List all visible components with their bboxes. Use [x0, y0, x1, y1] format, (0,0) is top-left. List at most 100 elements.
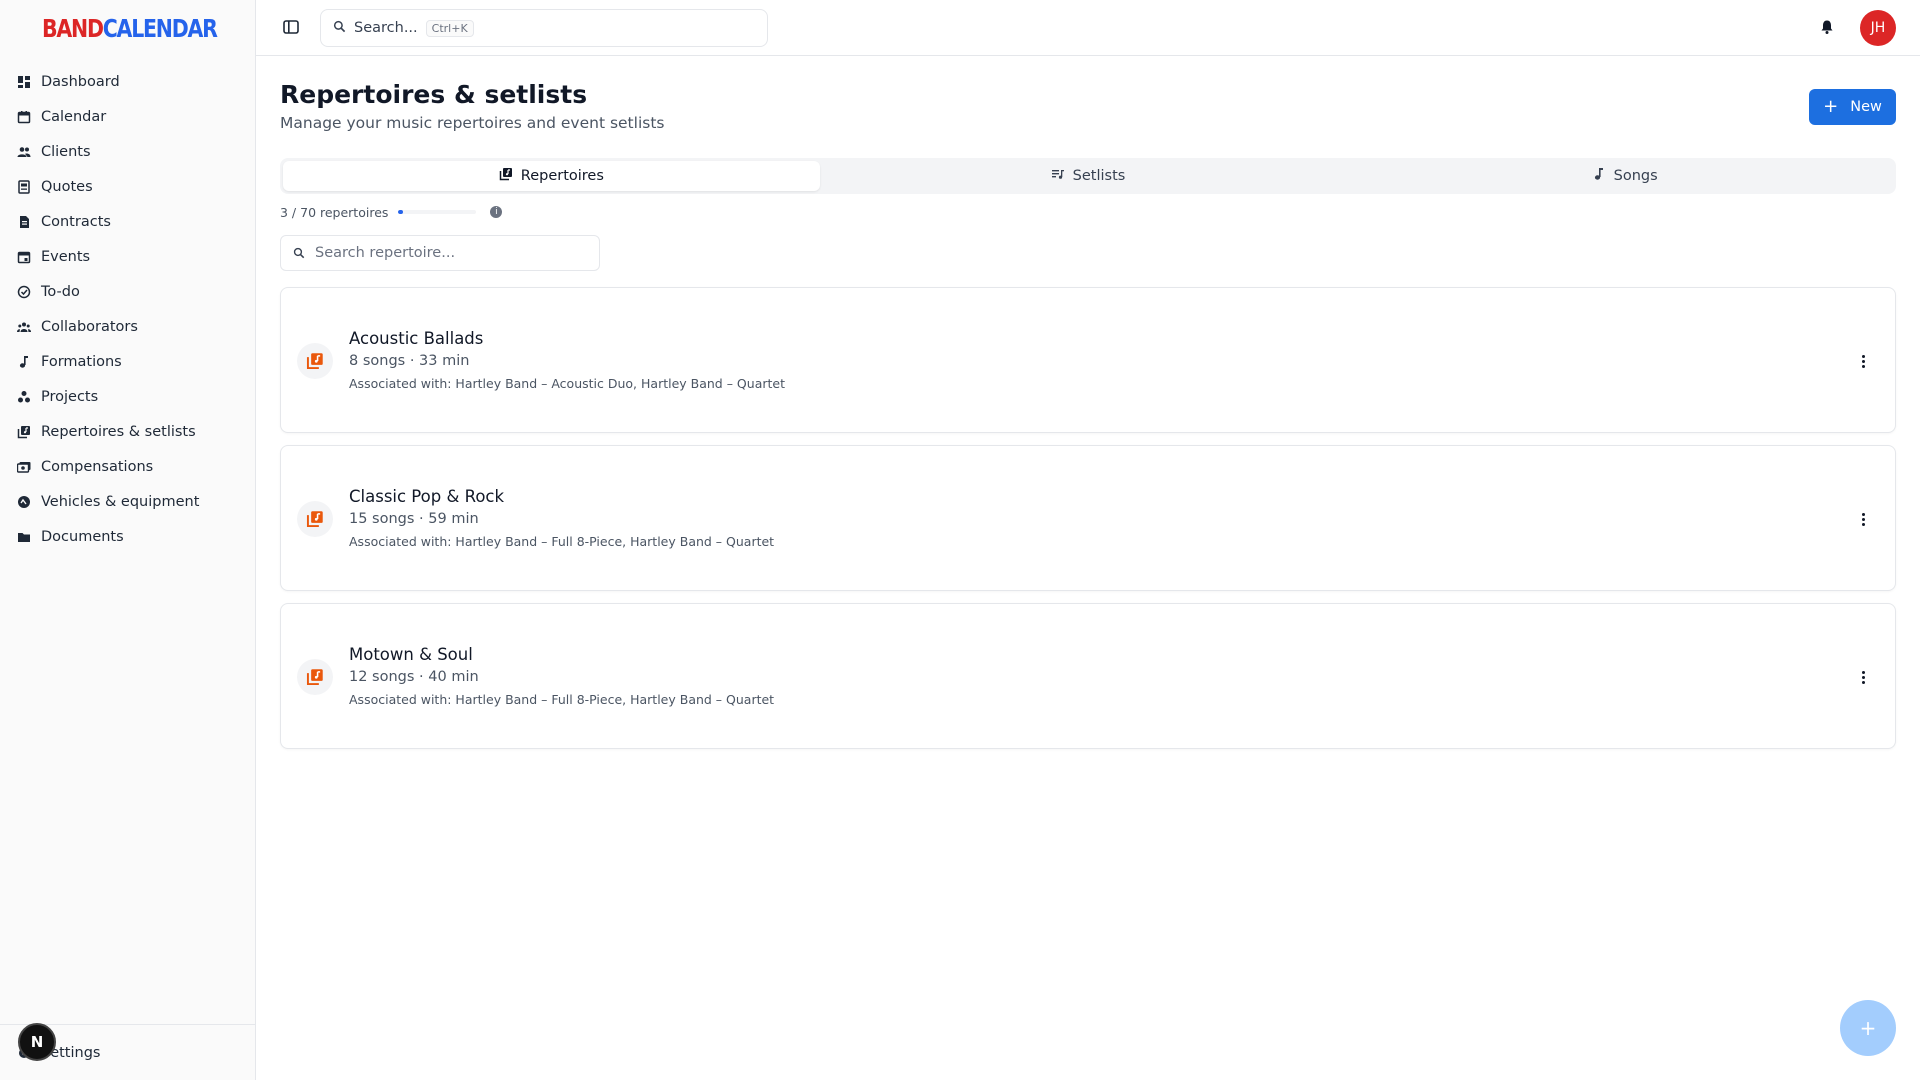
repertoire-associations: Associated with: Hartley Band – Full 8-P…: [349, 534, 775, 549]
sidebar-item-settings[interactable]: Settings N: [0, 1023, 255, 1080]
search-icon: [293, 244, 305, 263]
repertoire-usage: 3 / 70 repertoires i: [280, 204, 503, 220]
sidebar-item-label: Contracts: [41, 213, 111, 230]
repertoire-associations: Associated with: Hartley Band – Acoustic…: [349, 376, 785, 391]
user-avatar[interactable]: JH: [1860, 10, 1896, 46]
more-vertical-icon[interactable]: [1855, 667, 1871, 687]
repertoire-meta: 8 songs · 33 min: [349, 353, 470, 369]
repertoire-meta: 12 songs · 40 min: [349, 669, 479, 685]
sidebar-item-compensations[interactable]: Compensations: [0, 449, 255, 484]
sidebar-item-clients[interactable]: Clients: [0, 134, 255, 169]
playlist-icon: [1051, 167, 1065, 185]
sidebar-item-dashboard[interactable]: Dashboard: [0, 64, 255, 99]
sidebar-item-label: Dashboard: [41, 73, 120, 90]
repertoire-icon: [297, 501, 333, 537]
search-shortcut: Ctrl+K: [425, 19, 474, 37]
usage-progress-fill: [398, 210, 404, 214]
topbar: Search... Ctrl+K JH: [256, 0, 1920, 56]
sidebar-item-label: Repertoires & setlists: [41, 423, 196, 440]
plus-icon: +: [1823, 96, 1839, 117]
floating-add-button[interactable]: +: [1840, 1000, 1896, 1056]
sidebar-item-label: Compensations: [41, 458, 154, 475]
usage-progress-bar: [398, 210, 477, 214]
sidebar-item-label: Formations: [41, 353, 122, 370]
new-button-label: New: [1850, 99, 1882, 115]
repertoire-title: Acoustic Ballads: [349, 329, 484, 348]
brand-name-part1: BAND: [42, 13, 104, 43]
sidebar-item-label: Clients: [41, 143, 91, 160]
sidebar-item-label: Projects: [41, 388, 99, 405]
folder-icon: [17, 530, 31, 544]
sidebar-item-documents[interactable]: Documents: [0, 519, 255, 554]
sidebar-item-events[interactable]: Events: [0, 239, 255, 274]
events-icon: [17, 250, 31, 264]
repertoire-title: Classic Pop & Rock: [349, 487, 505, 506]
sidebar-nav: Dashboard Calendar Clients Quotes Contra…: [0, 56, 255, 554]
tab-label: Repertoires: [520, 168, 604, 184]
music-note-icon: [1592, 167, 1606, 185]
tab-label: Setlists: [1072, 168, 1126, 184]
page-subtitle: Manage your music repertoires and event …: [280, 114, 665, 132]
vehicles-icon: [17, 495, 31, 509]
repertoire-associations: Associated with: Hartley Band – Full 8-P…: [349, 692, 775, 707]
clients-icon: [17, 145, 31, 159]
sidebar-item-collaborators[interactable]: Collaborators: [0, 309, 255, 344]
sidebar-item-projects[interactable]: Projects: [0, 379, 255, 414]
repertoire-card[interactable]: Classic Pop & Rock 15 songs · 59 min Ass…: [280, 445, 1896, 591]
repertoire-search: [280, 235, 600, 271]
sidebar-item-quotes[interactable]: Quotes: [0, 169, 255, 204]
contracts-icon: [17, 215, 31, 229]
new-button[interactable]: + New: [1809, 89, 1896, 125]
dashboard-icon: [17, 75, 31, 89]
more-vertical-icon[interactable]: [1855, 351, 1871, 371]
sidebar-item-label: Documents: [41, 528, 124, 545]
brand-name-part2: CALENDAR: [102, 13, 218, 43]
sidebar-item-label: Collaborators: [41, 318, 138, 335]
tab-repertoires[interactable]: Repertoires: [283, 161, 820, 191]
repertoire-icon: [499, 167, 513, 185]
page-title: Repertoires & setlists: [280, 80, 588, 109]
sidebar-item-contracts[interactable]: Contracts: [0, 204, 255, 239]
repertoire-icon: [17, 425, 31, 439]
sidebar: BANDCALENDAR Dashboard Calendar Clients …: [0, 0, 256, 1080]
repertoire-icon: [297, 659, 333, 695]
collaborators-icon: [17, 320, 31, 334]
tab-songs[interactable]: Songs: [1356, 161, 1893, 191]
search-icon: [333, 20, 346, 37]
sidebar-item-todo[interactable]: To-do: [0, 274, 255, 309]
more-vertical-icon[interactable]: [1855, 509, 1871, 529]
sidebar-item-label: Vehicles & equipment: [41, 493, 200, 510]
music-note-icon: [17, 355, 31, 369]
projects-icon: [17, 390, 31, 404]
repertoire-card[interactable]: Acoustic Ballads 8 songs · 33 min Associ…: [280, 287, 1896, 433]
sidebar-toggle-icon[interactable]: [282, 18, 300, 36]
repertoire-card[interactable]: Motown & Soul 12 songs · 40 min Associat…: [280, 603, 1896, 749]
bell-icon[interactable]: [1819, 19, 1835, 35]
todo-icon: [17, 285, 31, 299]
tab-setlists[interactable]: Setlists: [820, 161, 1357, 191]
info-icon[interactable]: i: [490, 206, 503, 218]
sidebar-item-label: Quotes: [41, 178, 93, 195]
repertoire-list: Acoustic Ballads 8 songs · 33 min Associ…: [280, 287, 1896, 761]
sidebar-item-vehicles[interactable]: Vehicles & equipment: [0, 484, 255, 519]
app-logo[interactable]: BANDCALENDAR: [0, 0, 255, 56]
sidebar-item-label: Events: [41, 248, 91, 265]
search-placeholder: Search...: [354, 20, 418, 36]
sidebar-item-label: To-do: [41, 283, 80, 300]
repertoire-title: Motown & Soul: [349, 645, 473, 664]
calendar-icon: [17, 110, 31, 124]
repertoire-meta: 15 songs · 59 min: [349, 511, 479, 527]
repertoire-search-input[interactable]: [315, 245, 575, 261]
sidebar-item-repertoires[interactable]: Repertoires & setlists: [0, 414, 255, 449]
repertoire-icon: [297, 343, 333, 379]
sidebar-item-formations[interactable]: Formations: [0, 344, 255, 379]
usage-text: 3 / 70 repertoires: [280, 204, 389, 220]
assistant-badge[interactable]: N: [18, 1023, 56, 1061]
tab-label: Songs: [1613, 168, 1658, 184]
tab-list: Repertoires Setlists Songs: [280, 158, 1896, 194]
global-search-input[interactable]: Search... Ctrl+K: [320, 9, 768, 47]
sidebar-item-label: Calendar: [41, 108, 107, 125]
compensations-icon: [17, 460, 31, 474]
quotes-icon: [17, 179, 31, 194]
sidebar-item-calendar[interactable]: Calendar: [0, 99, 255, 134]
